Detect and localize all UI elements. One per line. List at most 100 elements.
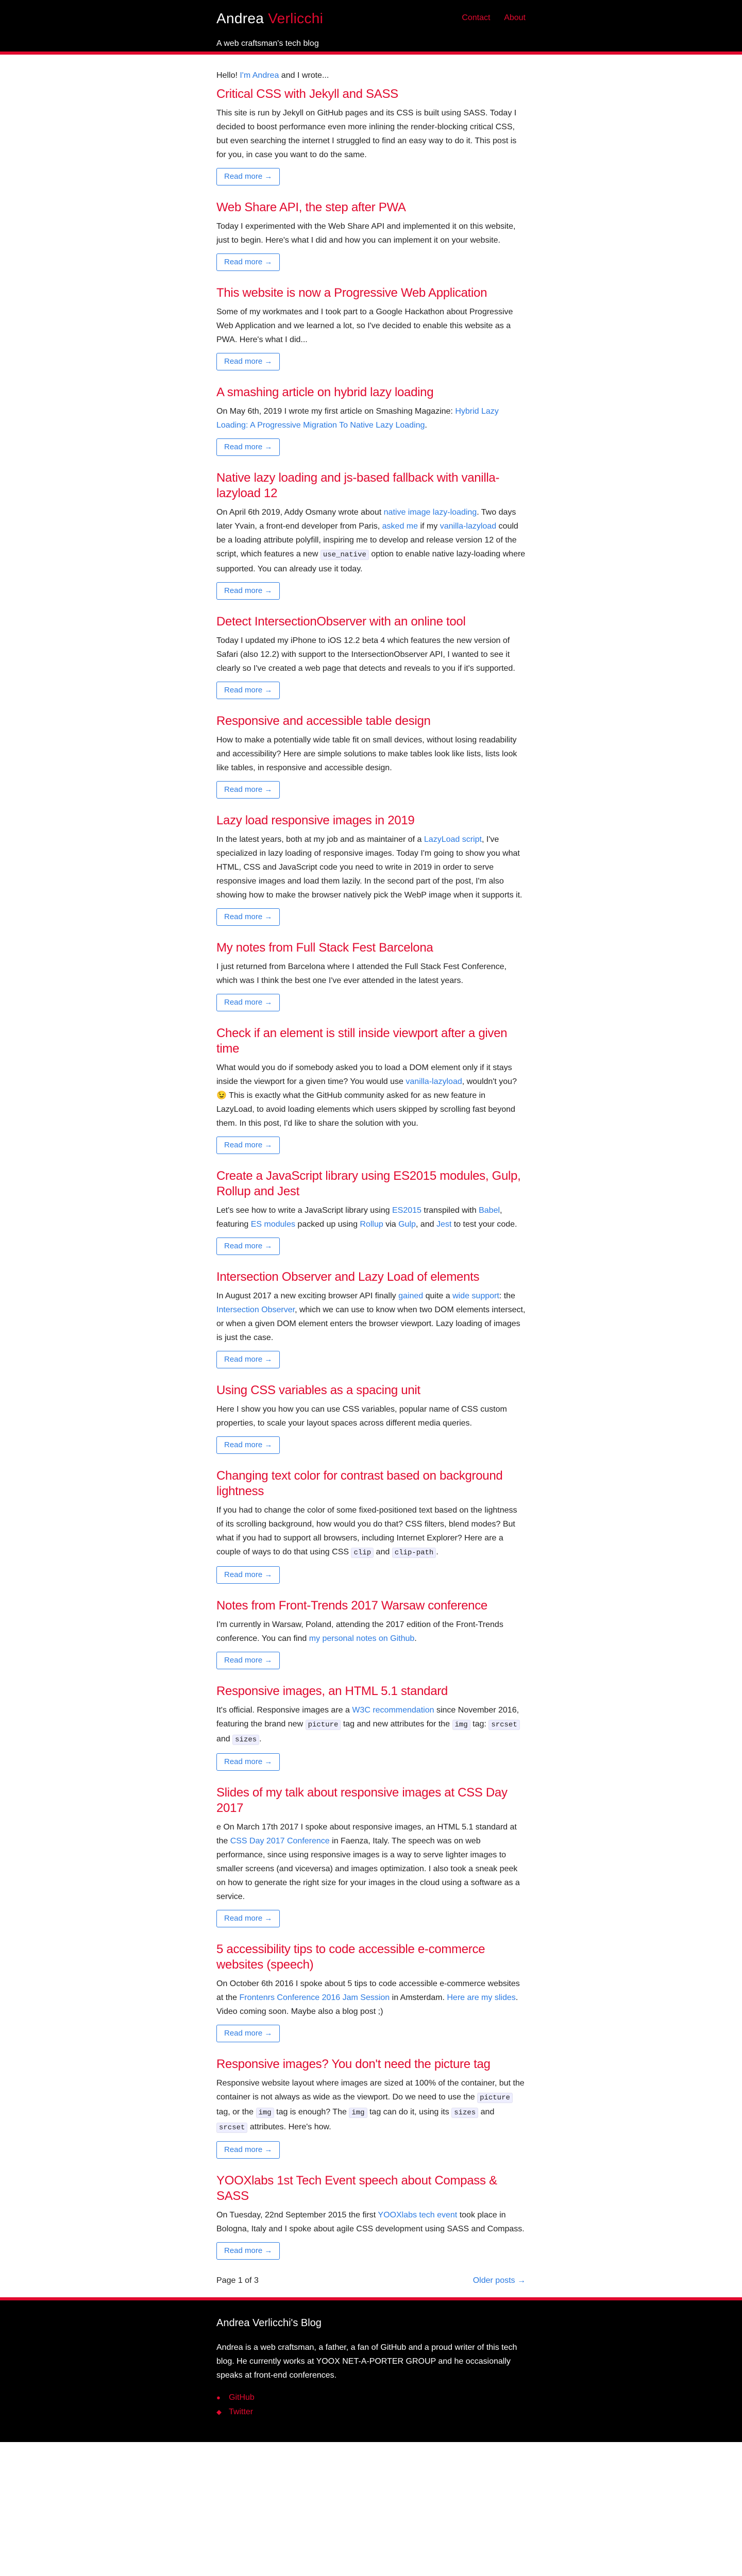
post-title[interactable]: 5 accessibility tips to code accessible …: [216, 1942, 526, 1973]
excerpt-text: attributes. Here's how.: [247, 2122, 331, 2131]
excerpt-text: Today I experimented with the Web Share …: [216, 222, 516, 245]
post-title[interactable]: Changing text color for contrast based o…: [216, 1468, 526, 1499]
post-excerpt: Here I show you how you can use CSS vari…: [216, 1402, 526, 1430]
post-title[interactable]: Detect IntersectionObserver with an onli…: [216, 614, 526, 630]
excerpt-link[interactable]: vanilla-lazyload: [440, 522, 496, 531]
excerpt-link[interactable]: Gulp: [398, 1220, 416, 1229]
page-indicator: Page 1 of 3: [216, 2276, 259, 2285]
excerpt-text: .: [436, 1547, 439, 1556]
read-more-button[interactable]: Read more →: [216, 1436, 280, 1454]
excerpt-text: Today I updated my iPhone to iOS 12.2 be…: [216, 636, 515, 673]
excerpt-link[interactable]: YOOXlabs tech event: [378, 2211, 457, 2219]
post-title[interactable]: YOOXlabs 1st Tech Event speech about Com…: [216, 2173, 526, 2204]
inline-code: sizes: [232, 1734, 260, 1745]
post-excerpt: How to make a potentially wide table fit…: [216, 733, 526, 775]
read-more-button[interactable]: Read more →: [216, 1753, 280, 1771]
read-more-button[interactable]: Read more →: [216, 1350, 280, 1368]
site-tagline: A web craftsman's tech blog: [216, 39, 319, 48]
excerpt-text: On May 6th, 2019 I wrote my first articl…: [216, 406, 456, 416]
github-link[interactable]: GitHub: [229, 2393, 255, 2402]
post-title[interactable]: My notes from Full Stack Fest Barcelona: [216, 940, 526, 956]
excerpt-link[interactable]: Intersection Observer: [216, 1306, 295, 1314]
excerpt-link[interactable]: gained: [398, 1292, 423, 1300]
read-more-button[interactable]: Read more →: [216, 582, 280, 600]
post-title[interactable]: Using CSS variables as a spacing unit: [216, 1383, 526, 1398]
excerpt-link[interactable]: W3C recommendation: [352, 1706, 434, 1715]
read-more-button[interactable]: Read more →: [216, 167, 280, 185]
post-title[interactable]: Slides of my talk about responsive image…: [216, 1785, 526, 1816]
nav-about-link[interactable]: About: [504, 13, 526, 22]
post-title[interactable]: Critical CSS with Jekyll and SASS: [216, 87, 526, 102]
excerpt-text: and: [374, 1547, 392, 1556]
excerpt-text: transpiled with: [421, 1206, 479, 1215]
post-title[interactable]: Responsive and accessible table design: [216, 714, 526, 729]
excerpt-link[interactable]: my personal notes on Github: [309, 1634, 415, 1643]
read-more-button[interactable]: Read more →: [216, 908, 280, 926]
post-title[interactable]: Create a JavaScript library using ES2015…: [216, 1168, 526, 1199]
post-excerpt: On May 6th, 2019 I wrote my first articl…: [216, 404, 526, 432]
post-title[interactable]: A smashing article on hybrid lazy loadin…: [216, 385, 526, 400]
post-item: Critical CSS with Jekyll and SASS This si…: [216, 87, 526, 185]
post-item: YOOXlabs 1st Tech Event speech about Com…: [216, 2173, 526, 2260]
github-icon: ●: [216, 2394, 221, 2402]
read-more-button[interactable]: Read more →: [216, 1566, 280, 1584]
read-more-button[interactable]: Read more →: [216, 438, 280, 456]
read-more-button[interactable]: Read more →: [216, 681, 280, 699]
post-title[interactable]: Check if an element is still inside view…: [216, 1026, 526, 1057]
read-more-button[interactable]: Read more →: [216, 1237, 280, 1255]
read-more-button[interactable]: Read more →: [216, 352, 280, 370]
excerpt-link[interactable]: vanilla-lazyload: [406, 1077, 462, 1086]
read-more-button[interactable]: Read more →: [216, 2141, 280, 2159]
excerpt-link[interactable]: LazyLoad script: [424, 835, 482, 844]
post-excerpt: In the latest years, both at my job and …: [216, 833, 526, 902]
twitter-icon: ◆: [216, 2408, 222, 2416]
excerpt-link[interactable]: Babel: [479, 1206, 500, 1215]
excerpt-text: via: [383, 1219, 399, 1229]
inline-code: srcset: [488, 1719, 520, 1730]
read-more-button[interactable]: Read more →: [216, 2024, 280, 2042]
read-more-button[interactable]: Read more →: [216, 993, 280, 1011]
post-title[interactable]: Lazy load responsive images in 2019: [216, 813, 526, 828]
post-item: Slides of my talk about responsive image…: [216, 1785, 526, 1927]
post-title[interactable]: Intersection Observer and Lazy Load of e…: [216, 1269, 526, 1285]
excerpt-link[interactable]: Rollup: [360, 1220, 383, 1229]
read-more-button[interactable]: Read more →: [216, 2242, 280, 2260]
post-title[interactable]: Responsive images, an HTML 5.1 standard: [216, 1684, 526, 1699]
post-excerpt: Today I experimented with the Web Share …: [216, 219, 526, 247]
post-title[interactable]: Web Share API, the step after PWA: [216, 200, 526, 215]
post-title[interactable]: Responsive images? You don't need the pi…: [216, 2057, 526, 2072]
site-title[interactable]: Andrea Verlicchi: [216, 10, 323, 26]
site-title-second: Verlicchi: [268, 10, 324, 26]
read-more-button[interactable]: Read more →: [216, 1909, 280, 1927]
excerpt-link[interactable]: Frontenrs Conference 2016 Jam Session: [239, 1993, 390, 2002]
excerpt-link[interactable]: ES2015: [392, 1206, 421, 1215]
excerpt-link[interactable]: ES modules: [251, 1220, 295, 1229]
excerpt-link[interactable]: CSS Day 2017 Conference: [230, 1837, 330, 1845]
inline-code: clip: [351, 1547, 374, 1558]
read-more-button[interactable]: Read more →: [216, 1136, 280, 1154]
read-more-button[interactable]: Read more →: [216, 1651, 280, 1669]
footer-bio: Andrea is a web craftsman, a father, a f…: [216, 2343, 517, 2380]
post-title[interactable]: Notes from Front-Trends 2017 Warsaw conf…: [216, 1598, 526, 1614]
post-title[interactable]: This website is now a Progressive Web Ap…: [216, 285, 526, 301]
twitter-link[interactable]: Twitter: [229, 2408, 253, 2416]
inline-code: sizes: [451, 2107, 479, 2118]
excerpt-link[interactable]: wide support: [452, 1292, 499, 1300]
intro-rest: and I wrote...: [281, 71, 329, 80]
post-excerpt: I'm currently in Warsaw, Poland, attendi…: [216, 1618, 526, 1646]
intro-author-link[interactable]: I'm Andrea: [240, 71, 279, 80]
excerpt-text: , I've specialized in lazy loading of re…: [216, 835, 522, 900]
older-posts-link[interactable]: Older posts →: [473, 2274, 526, 2287]
excerpt-link[interactable]: Here are my slides: [447, 1993, 515, 2002]
excerpt-text: to test your code.: [451, 1219, 517, 1229]
nav-contact-link[interactable]: Contact: [462, 13, 490, 22]
excerpt-link[interactable]: Jest: [436, 1220, 451, 1229]
excerpt-link[interactable]: native image lazy-loading: [384, 508, 477, 517]
excerpt-link[interactable]: asked me: [382, 522, 418, 531]
excerpt-text: in Faenza, Italy. The speech was on web …: [216, 1836, 520, 1901]
post-item: Responsive and accessible table design Ho…: [216, 714, 526, 799]
post-title[interactable]: Native lazy loading and js-based fallbac…: [216, 470, 526, 501]
read-more-button[interactable]: Read more →: [216, 781, 280, 799]
read-more-button[interactable]: Read more →: [216, 253, 280, 271]
intro-hello: Hello!: [216, 71, 238, 80]
